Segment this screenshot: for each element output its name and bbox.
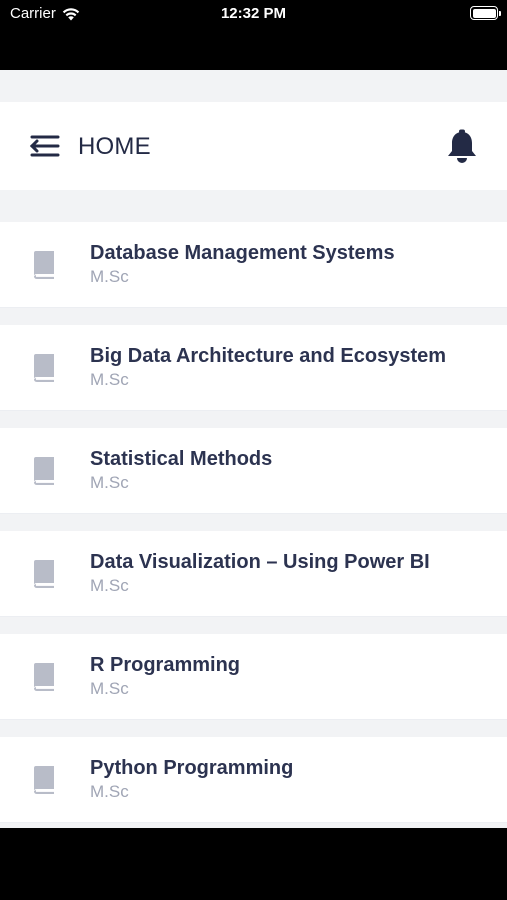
bell-icon[interactable] (445, 129, 479, 165)
course-degree: M.Sc (90, 679, 129, 698)
status-time: 12:32 PM (220, 5, 287, 22)
course-title: Database Management Systems (90, 242, 395, 264)
course-title: Statistical Methods (90, 448, 273, 470)
course-degree: M.Sc (90, 370, 129, 389)
course-title: R Programming (90, 654, 241, 676)
book-icon (34, 560, 54, 588)
home-screen: HOME Database Management Systems M.Sc Big … (0, 70, 507, 828)
bottom-bar (0, 828, 507, 900)
menu-collapse-icon[interactable] (28, 132, 62, 160)
course-degree: M.Sc (90, 576, 129, 595)
book-icon (34, 457, 54, 485)
page-title: HOME (78, 133, 151, 160)
status-bar: Carrier 12:32 PM (0, 0, 507, 70)
book-icon (34, 766, 54, 794)
course-title: Big Data Architecture and Ecosystem (90, 345, 447, 367)
app-header: HOME (0, 102, 507, 190)
book-icon (34, 663, 54, 691)
course-list-item[interactable]: Database Management Systems M.Sc (0, 222, 507, 308)
book-icon (34, 251, 54, 279)
course-list: Database Management Systems M.Sc Big Data … (0, 222, 507, 840)
course-list-item[interactable]: Statistical Methods M.Sc (0, 428, 507, 514)
course-degree: M.Sc (90, 473, 129, 492)
battery-icon (470, 6, 501, 20)
course-title: Python Programming (90, 757, 294, 779)
course-list-item[interactable]: R Programming M.Sc (0, 634, 507, 720)
course-list-item[interactable]: Data Visualization – Using Power BI M.Sc (0, 531, 507, 617)
book-icon (34, 354, 54, 382)
battery-fill (472, 8, 496, 18)
course-degree: M.Sc (90, 782, 129, 801)
course-title: Data Visualization – Using Power BI (90, 551, 430, 573)
course-degree: M.Sc (90, 267, 129, 286)
course-list-item[interactable]: Python Programming M.Sc (0, 737, 507, 823)
course-list-item[interactable]: Big Data Architecture and Ecosystem M.Sc (0, 325, 507, 411)
